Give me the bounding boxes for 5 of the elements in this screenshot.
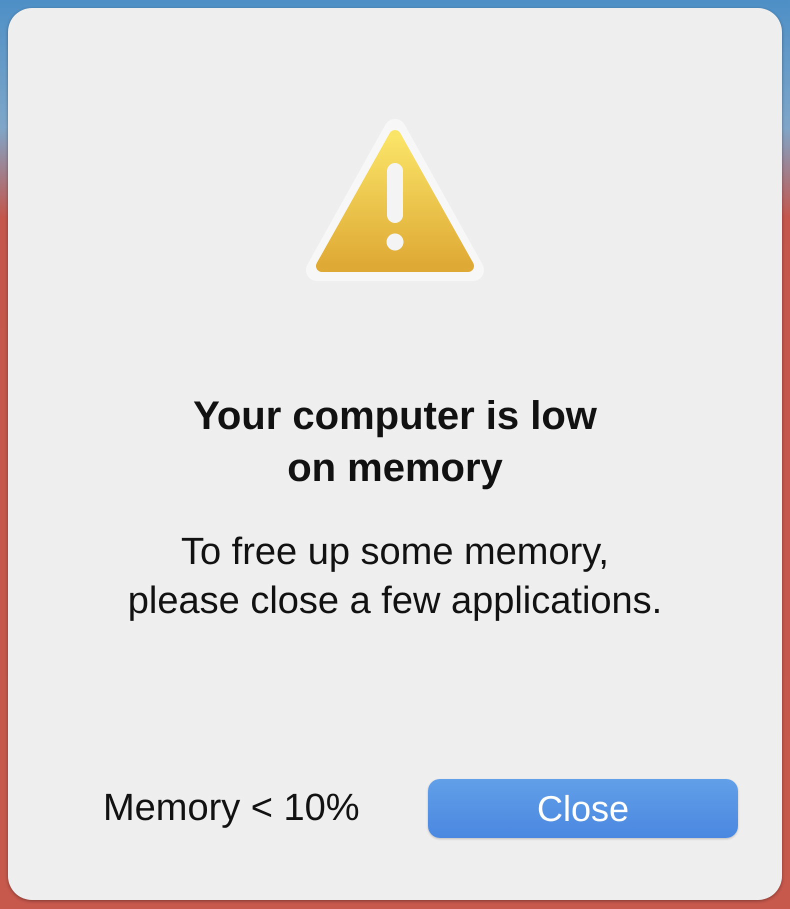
alert-message: To free up some memory, please close a few applications.	[128, 530, 662, 624]
alert-title: Your computer is low on memory	[193, 393, 597, 492]
memory-status-text: Memory < 10%	[103, 787, 360, 830]
warning-icon	[305, 118, 485, 282]
close-button[interactable]: Close	[428, 779, 738, 838]
